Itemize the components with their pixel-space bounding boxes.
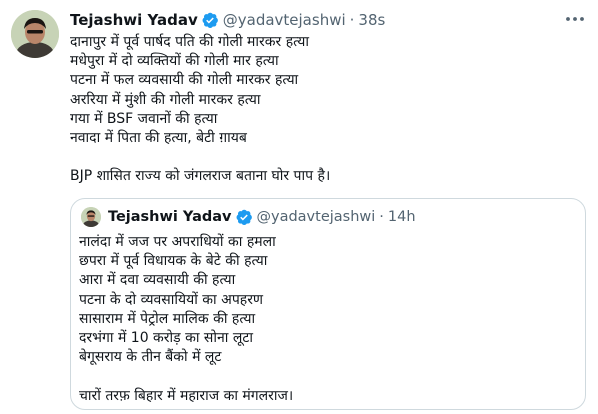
tweet-line: गया में BSF जवानों की हत्या [70,110,218,127]
quoted-tweet[interactable]: Tejashwi Yadav @yadavtejashwi · 14h नालं… [70,198,586,410]
verified-badge-icon [235,208,253,226]
quoted-author-name: Tejashwi Yadav [108,209,232,225]
quoted-text: नालंदा में जज पर अपराधियों का हमला छपरा … [79,233,569,406]
tweet-line: अररिया में मुंशी की गोली मारकर हत्या [70,91,261,108]
author-handle[interactable]: @yadavtejashwi [223,11,346,29]
separator-dot: · [349,11,355,29]
tweet-line: दानापुर में पूर्व पार्षद पति की गोली मार… [70,34,309,50]
tweet-header: Tejashwi Yadav @yadavtejashwi · 38s [70,10,385,30]
quoted-avatar [81,207,101,227]
tweet-line: पटना में फल व्यवसायी की गोली मारकर हत्या [70,72,299,89]
separator-dot: · [379,209,384,225]
quoted-line: सासाराम में पेट्रोल मालिक की हत्या [79,310,256,327]
tweet-line: मधेपुरा में दो व्यक्तियों की गोली मार हत… [70,53,279,70]
tweet-closing-line: BJP शासित राज्य को जंगलराज बताना घोर पाप… [70,168,331,185]
quoted-avatar-image [81,207,101,227]
more-options-icon[interactable] [562,8,588,30]
tweet: Tejashwi Yadav @yadavtejashwi · 38s दाना… [0,0,598,414]
quoted-line: दरभंगा में 10 करोड़ का सोना लूटा [79,329,254,346]
quoted-line: आरा में दवा व्यवसायी की हत्या [79,272,236,289]
quoted-header: Tejashwi Yadav @yadavtejashwi · 14h [108,207,416,227]
timestamp[interactable]: 38s [358,11,385,29]
quoted-line: पटना के दो व्यवसायियों का अपहरण [79,291,264,308]
tweet-line: नवादा में पिता की हत्या, बेटी ग़ायब [70,129,247,146]
author-name[interactable]: Tejashwi Yadav [70,11,198,29]
quoted-author-handle: @yadavtejashwi [256,209,376,225]
quoted-line: छपरा में पूर्व विधायक के बेटे की हत्या [79,253,268,270]
tweet-text: दानापुर में पूर्व पार्षद पति की गोली मार… [70,33,580,187]
avatar[interactable] [11,10,59,58]
verified-badge-icon [201,11,219,29]
quoted-line: नालंदा में जज पर अपराधियों का हमला [79,234,276,250]
avatar-image [11,10,59,58]
quoted-timestamp: 14h [387,209,416,225]
quoted-line: बेगूसराय के तीन बैंको में लूट [79,349,222,366]
quoted-closing-line: चारों तरफ़ बिहार में महाराज का मंगलराज। [79,387,294,404]
